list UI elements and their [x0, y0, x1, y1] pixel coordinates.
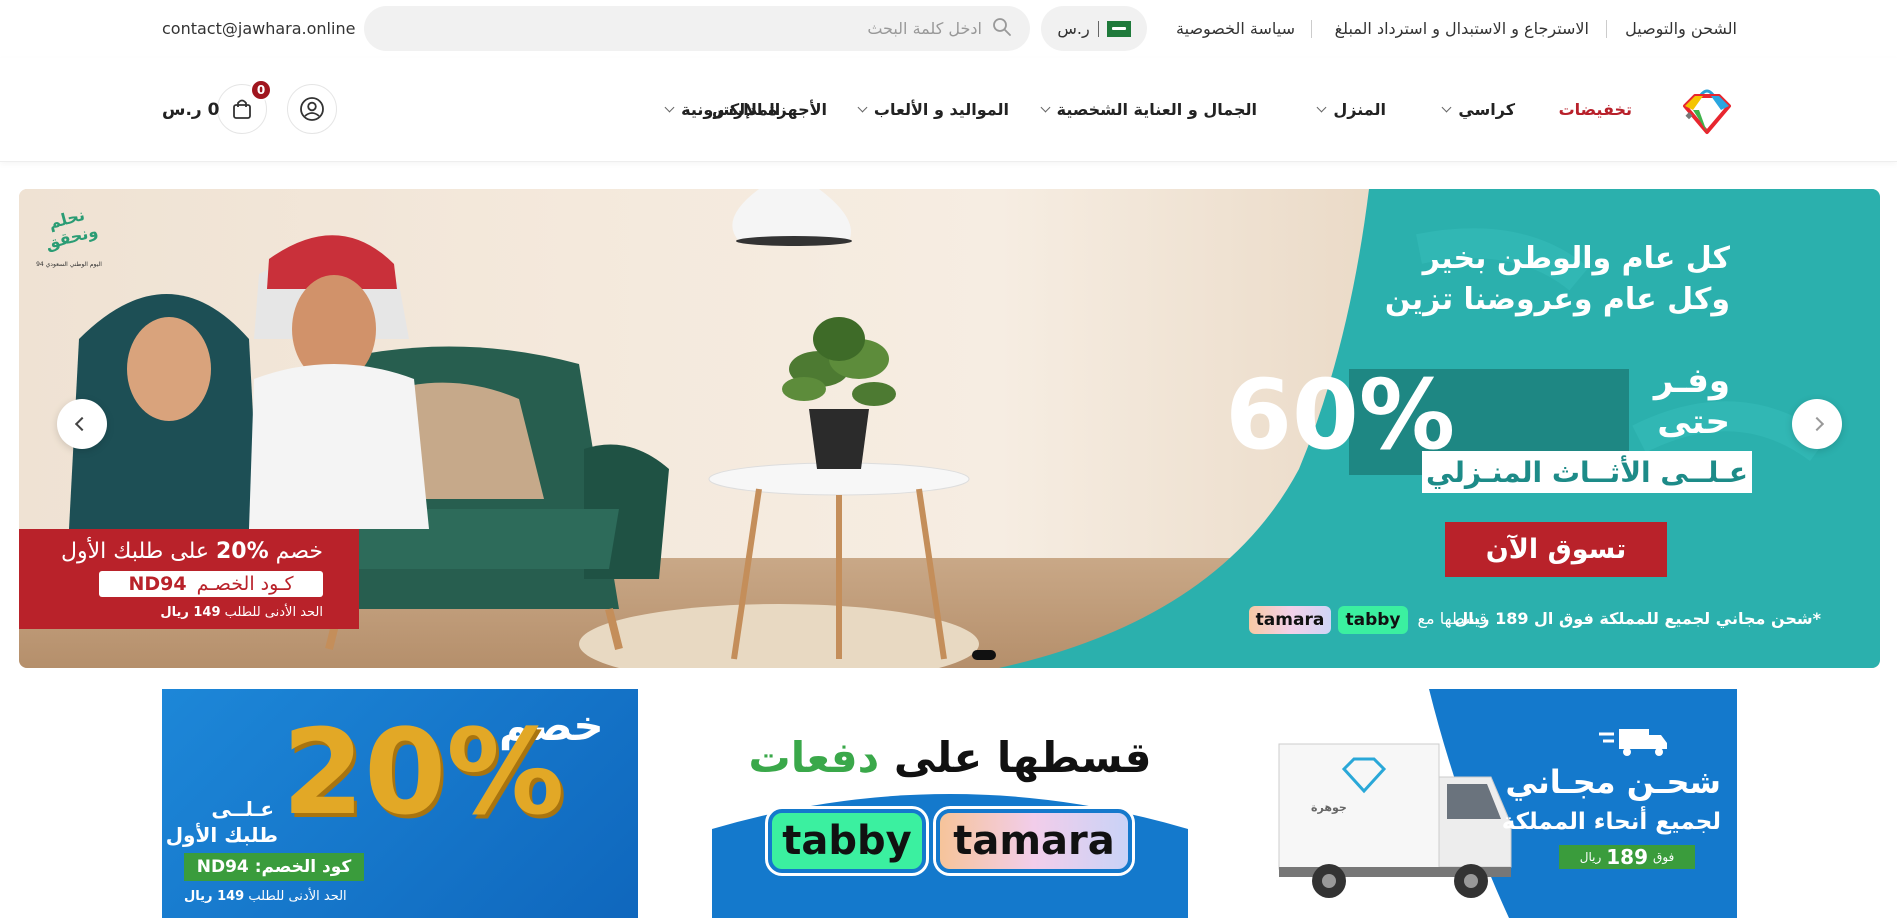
- discount-min-label: الحد الأدنى للطلب: [248, 889, 347, 904]
- divider: [1606, 20, 1607, 38]
- main-navigation: تخفيضات كراسي المنزل الجمال و العناية ال…: [0, 58, 1897, 162]
- nav-item-schools[interactable]: المدارس: [712, 100, 780, 119]
- chevron-left-icon: [74, 416, 90, 432]
- returns-link[interactable]: الاسترجاع و الاستبدال و استرداد المبلغ: [1335, 19, 1589, 39]
- cart-button[interactable]: 0: [217, 79, 272, 134]
- promo-code: ND94: [128, 573, 187, 595]
- tabby-badge: tabby: [768, 809, 926, 873]
- installments-bg: [712, 794, 1188, 918]
- top-bar: الشحن والتوصيل الاسترجاع و الاستبدال و ا…: [0, 0, 1897, 58]
- contact-email[interactable]: contact@jawhara.online: [162, 19, 355, 38]
- nav-label: المواليد و الألعاب: [873, 100, 1009, 119]
- discount-banner[interactable]: خصم 20% عـلــى طلبك الأول كود الخصم: ND9…: [162, 689, 638, 918]
- chevron-down-icon: [1316, 102, 1327, 113]
- jawhara-logo[interactable]: [1677, 80, 1737, 140]
- nav-label: المدارس: [712, 100, 781, 119]
- account-button[interactable]: [287, 84, 337, 134]
- slider-next-button[interactable]: [57, 399, 107, 449]
- first-order-promo: خصم 20% على طلبك الأول كـود الخصـم ND94 …: [19, 529, 359, 629]
- threshold-amount: 189: [1606, 845, 1649, 869]
- hero-headline-2: وكل عام وعروضنا تزين: [1384, 282, 1730, 317]
- nav-label: الجمال و العناية الشخصية: [1056, 100, 1257, 119]
- nav-item-beauty[interactable]: الجمال و العناية الشخصية: [1040, 100, 1257, 119]
- installments-banner[interactable]: قسطها على دفعات tabby tamara: [712, 689, 1188, 918]
- threshold-above: فوق: [1653, 850, 1675, 864]
- promo-min-value: 149 ريال: [160, 605, 221, 620]
- cart-total: 0 ر.س: [162, 100, 220, 120]
- discount-code-pill: كود الخصم: ND94: [184, 853, 364, 881]
- chevron-down-icon: [1040, 102, 1051, 113]
- nav-item-sale[interactable]: تخفيضات: [1559, 100, 1632, 119]
- discount-percent: 20%: [282, 703, 565, 841]
- discount-on: عـلــى: [211, 797, 274, 821]
- discount-first-order: طلبك الأول: [165, 823, 278, 847]
- shipping-link[interactable]: الشحن والتوصيل: [1625, 19, 1737, 39]
- threshold-currency: ريال: [1579, 850, 1602, 864]
- tamara-logo: tamara: [1249, 606, 1331, 634]
- installments-title-accent: دفعات: [748, 733, 880, 782]
- chevron-down-icon: [664, 102, 675, 113]
- free-shipping-banner[interactable]: جوهرة شحـن مجـاني لجميع أنحاء المملكة فو…: [1259, 689, 1737, 918]
- promo-code-pill: كـود الخصـم ND94: [99, 571, 323, 597]
- nav-item-chairs[interactable]: كراسي: [1441, 100, 1515, 119]
- shop-now-button[interactable]: تسوق الآن: [1445, 522, 1667, 577]
- divider: [1311, 20, 1312, 38]
- promo-min-order: الحد الأدنى للطلب 149 ريال: [160, 605, 323, 620]
- promo-min-label: الحد الأدنى للطلب: [224, 605, 323, 620]
- chevron-down-icon: [857, 102, 868, 113]
- discount-code: ND94: [196, 857, 249, 877]
- nav-label: تخفيضات: [1558, 100, 1632, 119]
- promo-word-discount: خصم: [275, 539, 323, 564]
- hero-save-word: وفـر: [1653, 361, 1730, 401]
- user-icon: [300, 97, 324, 121]
- nav-item-baby-toys[interactable]: المواليد و الألعاب: [857, 100, 1009, 119]
- promo-code-label: كـود الخصـم: [196, 573, 294, 595]
- nav-item-home[interactable]: المنزل: [1316, 100, 1386, 119]
- chevron-right-icon: [1809, 416, 1825, 432]
- promo-title: خصم 20% على طلبك الأول: [61, 539, 323, 564]
- slider-prev-button[interactable]: [1792, 399, 1842, 449]
- search-icon[interactable]: [992, 17, 1012, 41]
- currency-selector[interactable]: ر.س: [1041, 6, 1147, 51]
- hero-headline-1: كل عام والوطن بخير: [1422, 241, 1730, 276]
- discount-min-value: 149 ريال: [184, 889, 245, 904]
- free-shipping-note: *شحن مجاني لجميع للمملكة فوق ال 189 ريال: [1454, 609, 1821, 628]
- divider: [1097, 20, 1099, 37]
- currency-label: ر.س: [1057, 19, 1090, 38]
- shopping-bag-icon: [233, 99, 251, 119]
- search-bar[interactable]: [364, 6, 1030, 51]
- truck-brand: جوهرة: [1311, 801, 1347, 814]
- free-shipping-subtitle: لجميع أنحاء المملكة: [1501, 809, 1721, 835]
- discount-code-label: كود الخصم:: [254, 857, 352, 877]
- saudi-flag-icon: [1106, 20, 1131, 37]
- hero-up-to-word: حتى: [1657, 402, 1730, 442]
- hero-percent: 60%: [1225, 359, 1455, 471]
- hero-slider[interactable]: نحلم ونحقق اليوم الوطني السعودي 94 كل عا…: [19, 189, 1880, 668]
- promo-word-first-order: على طلبك الأول: [61, 539, 209, 564]
- promo-percent: 20%: [216, 539, 269, 564]
- discount-min-order: الحد الأدنى للطلب 149 ريال: [184, 889, 347, 904]
- free-shipping-threshold: فوق 189 ريال: [1559, 845, 1695, 869]
- nav-label: المنزل: [1333, 100, 1386, 119]
- chevron-down-icon: [1441, 102, 1452, 113]
- installments-title: قسطها على دفعات: [712, 733, 1188, 782]
- cart-count-badge: 0: [250, 79, 272, 101]
- tamara-badge: tamara: [936, 809, 1132, 873]
- installments-label: قسطها مع: [1417, 609, 1487, 628]
- search-input[interactable]: [422, 19, 982, 38]
- installments-title-main: قسطها على: [893, 733, 1152, 782]
- slider-dot-active[interactable]: [972, 650, 996, 660]
- free-shipping-title: شحـن مجـاني: [1505, 763, 1721, 801]
- privacy-link[interactable]: سياسة الخصوصية: [1176, 19, 1295, 39]
- hero-subtitle: عـلــى الأثــاث المنـزلي: [1422, 451, 1752, 493]
- nav-label: كراسي: [1458, 100, 1515, 119]
- tabby-logo: tabby: [1338, 606, 1408, 634]
